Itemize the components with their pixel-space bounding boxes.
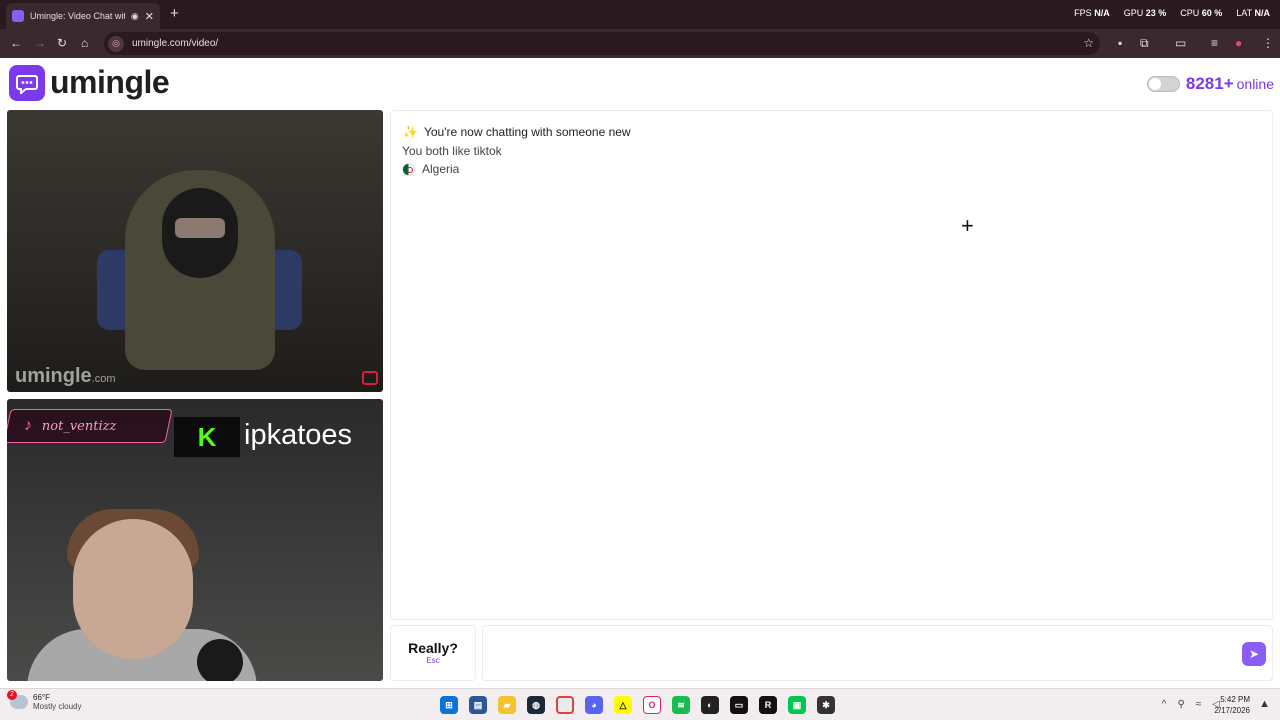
weather-temp: 66°F — [33, 693, 50, 702]
address-bar[interactable]: ◎ umingle.com/video/ ☆ — [104, 32, 1100, 55]
gpu-stat: GPU 23 % — [1123, 8, 1167, 18]
report-flag-icon[interactable] — [362, 371, 378, 385]
cloud-icon: 2 — [7, 690, 28, 709]
tab-title: Umingle: Video Chat with S — [30, 11, 125, 21]
opera-icon[interactable]: O — [643, 696, 661, 714]
video-person-eyes — [175, 218, 225, 238]
kick-username: ipkatoes — [244, 419, 353, 451]
country-name: Algeria — [422, 162, 460, 176]
extensions-puzzle-icon[interactable]: ⧉ — [1140, 35, 1149, 51]
wifi-icon[interactable]: ≈ — [1196, 699, 1202, 710]
umingle-watermark: umingle.com — [15, 365, 116, 387]
cpu-stat: CPU 60 % — [1180, 8, 1223, 18]
clock-time: 5:42 PM — [1220, 695, 1250, 704]
url-text[interactable]: umingle.com/video/ — [132, 38, 218, 49]
umingle-page: umingle 8281+ online umingle.com ♪ not_v… — [0, 58, 1280, 688]
stranger-video: umingle.com — [7, 110, 383, 392]
online-label: online — [1236, 76, 1274, 92]
back-icon[interactable]: ← — [10, 35, 22, 51]
weather-condition: Mostly cloudy — [33, 702, 82, 711]
umingle-logo[interactable]: umingle — [9, 64, 170, 101]
steam-icon[interactable]: ◍ — [527, 696, 545, 714]
weather-badge: 2 — [7, 690, 17, 700]
self-video: ♪ not_ventizz K ipkatoes — [7, 399, 383, 681]
sparkles-icon: ✨ — [403, 125, 418, 139]
profile-avatar-icon[interactable]: ● — [1235, 35, 1242, 51]
site-info-icon[interactable]: ◎ — [108, 35, 124, 52]
app-green-icon[interactable]: ▣ — [788, 696, 806, 714]
theme-toggle[interactable] — [1146, 76, 1180, 92]
obs-icon[interactable]: ◐ — [701, 696, 719, 714]
send-icon[interactable]: ➤ — [1242, 642, 1266, 666]
tiktok-handle: not_ventizz — [42, 418, 117, 434]
common-interest: You both like tiktok — [402, 144, 502, 158]
video-self-face — [73, 519, 193, 659]
message-composer: ➤ — [482, 625, 1273, 681]
skip-shortcut-hint: Esc — [426, 656, 440, 665]
windows-taskbar: 2 66°F Mostly cloudy ⊞ ▤ ▰ ◍ ◕ △ O ≋ ◐ ▭… — [0, 688, 1280, 720]
chat-intro: ✨ You're now chatting with someone new — [403, 125, 631, 139]
message-input[interactable] — [493, 638, 1233, 668]
taskbar-apps: ⊞ ▤ ▰ ◍ ◕ △ O ≋ ◐ ▭ R ▣ ✱ — [440, 696, 835, 714]
app-tools-icon[interactable]: ✱ — [817, 696, 835, 714]
tab-audio-icon[interactable]: ◉ — [131, 11, 139, 22]
algeria-flag-icon — [402, 162, 415, 176]
rockstar-icon[interactable]: R — [759, 696, 777, 714]
microphone-icon[interactable]: ⚲ — [1177, 699, 1184, 710]
close-tab-icon[interactable]: ✕ — [145, 10, 154, 23]
online-count: 8281+ — [1185, 74, 1234, 93]
browser-tabbar: Umingle: Video Chat with S ◉ ✕ + FPS N/A… — [0, 0, 1280, 29]
logo-wordmark: umingle — [50, 64, 170, 100]
chevron-up-icon[interactable]: ^ — [1162, 699, 1167, 710]
browser-tab[interactable]: Umingle: Video Chat with S ◉ ✕ — [6, 3, 160, 29]
umingle-favicon-icon — [12, 10, 24, 22]
new-tab-button[interactable]: + — [170, 5, 179, 22]
weather-widget[interactable]: 2 66°F Mostly cloudy — [7, 690, 82, 711]
clock-date: 2/17/2026 — [1214, 706, 1250, 715]
file-explorer-icon[interactable]: ▰ — [498, 696, 516, 714]
tiktok-icon: ♪ — [24, 417, 32, 434]
skip-button-label: Really? — [408, 640, 458, 656]
crosshair-cursor-icon: + — [961, 213, 974, 238]
snapchat-icon[interactable]: △ — [614, 696, 632, 714]
chat-intro-text: You're now chatting with someone new — [423, 125, 631, 139]
skip-button[interactable]: Really? Esc — [390, 625, 476, 681]
taskbar-clock[interactable]: 5:42 PM 2/17/2026 — [1214, 694, 1250, 716]
cast-icon[interactable]: ▭ — [1175, 35, 1186, 51]
bookmark-star-icon[interactable]: ☆ — [1083, 36, 1094, 50]
lat-stat: LAT N/A — [1236, 8, 1270, 18]
chat-bubble-logo-icon — [9, 64, 45, 101]
video-self-microphone — [197, 639, 243, 681]
performance-overlay: FPS N/A GPU 23 % CPU 60 % LAT N/A — [1074, 8, 1270, 18]
chrome-icon[interactable] — [556, 696, 574, 714]
forward-icon[interactable]: → — [34, 35, 46, 51]
extension-icon[interactable]: ▪ — [1118, 35, 1122, 51]
reload-icon[interactable]: ↻ — [57, 35, 67, 51]
kick-logo-icon: K — [174, 417, 240, 457]
store-icon[interactable]: ▤ — [469, 696, 487, 714]
windows-start-icon[interactable]: ⊞ — [440, 696, 458, 714]
stranger-country: Algeria — [402, 162, 459, 176]
system-tray: ^ ⚲ ≈ ◁ — [1162, 699, 1220, 710]
online-indicator: 8281+ online — [1146, 74, 1274, 94]
home-icon[interactable]: ⌂ — [81, 35, 88, 51]
spotify-icon[interactable]: ≋ — [672, 696, 690, 714]
discord-icon[interactable]: ◕ — [585, 696, 603, 714]
notification-bell-icon[interactable]: ▲ — [1259, 698, 1270, 710]
fps-stat: FPS N/A — [1074, 8, 1110, 18]
media-control-icon[interactable]: ≡ — [1211, 35, 1218, 51]
browser-toolbar: ← → ↻ ⌂ ◎ umingle.com/video/ ☆ ▪ ⧉ ▭ ≡ ●… — [0, 29, 1280, 58]
terminal-icon[interactable]: ▭ — [730, 696, 748, 714]
menu-kebab-icon[interactable]: ⋮ — [1262, 35, 1274, 51]
tiktok-overlay: ♪ not_ventizz — [7, 409, 173, 443]
chat-panel: ✨ You're now chatting with someone new Y… — [390, 110, 1273, 620]
